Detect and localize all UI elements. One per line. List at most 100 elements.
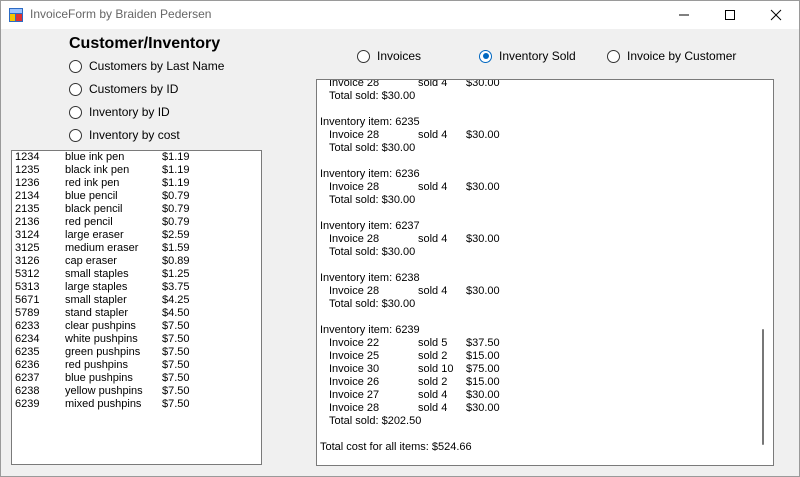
report-invoice-row: Invoice 26 sold 2 $15.00 [320, 376, 749, 389]
scrollbar-thumb[interactable] [762, 329, 764, 445]
radio-inventory-sold[interactable]: Inventory Sold [479, 48, 576, 64]
title-bar[interactable]: InvoiceForm by Braiden Pedersen [1, 1, 799, 29]
radio-label: Inventory by ID [89, 105, 170, 119]
item-id: 1236 [15, 177, 40, 189]
item-name: white pushpins [65, 333, 138, 345]
item-price: $4.50 [162, 307, 190, 319]
report-invoice-row: Invoice 28 sold 4 $30.00 [320, 285, 749, 298]
invoice-label: Invoice 28 [329, 402, 380, 414]
item-id: 2136 [15, 216, 40, 228]
list-item[interactable]: 1236 red ink pen $1.19 [12, 177, 261, 190]
report-item-header: Inventory item: 6237 [320, 220, 749, 233]
list-item[interactable]: 5671 small stapler $4.25 [12, 294, 261, 307]
minimize-button[interactable] [661, 1, 707, 29]
report-item-header: Inventory item: 6235 [320, 116, 749, 129]
item-name: clear pushpins [65, 320, 136, 332]
radio-circle [69, 82, 82, 96]
invoice-label: Invoice 28 [329, 79, 380, 89]
vertical-scrollbar[interactable] [751, 80, 773, 465]
list-item[interactable]: 2135 black pencil $0.79 [12, 203, 261, 216]
item-id: 1235 [15, 164, 40, 176]
item-name: medium eraser [65, 242, 139, 254]
list-item[interactable]: 6235 green pushpins $7.50 [12, 346, 261, 359]
list-item[interactable]: 6233 clear pushpins $7.50 [12, 320, 261, 333]
radio-inventory-by-id[interactable]: Inventory by ID [69, 104, 170, 120]
item-name: cap eraser [65, 255, 117, 267]
list-item[interactable]: 1235 black ink pen $1.19 [12, 164, 261, 177]
list-item[interactable]: 6239 mixed pushpins $7.50 [12, 398, 261, 411]
radio-invoice-by-customer[interactable]: Invoice by Customer [607, 48, 736, 64]
report-total-line: Total sold: $30.00 [320, 90, 749, 103]
report-invoice-row: Invoice 30 sold 10 $75.00 [320, 363, 749, 376]
item-id: 1234 [15, 151, 40, 163]
list-item[interactable]: 2136 red pencil $0.79 [12, 216, 261, 229]
radio-inventory-by-cost[interactable]: Inventory by cost [69, 127, 180, 143]
item-price: $1.19 [162, 177, 190, 189]
item-price: $7.50 [162, 398, 190, 410]
report-total-line: Total sold: $30.00 [320, 194, 749, 207]
report-text: Inventory item: 6239 [320, 324, 420, 336]
item-price: $0.79 [162, 216, 190, 228]
item-id: 6237 [15, 372, 40, 384]
item-price: $7.50 [162, 372, 190, 384]
item-name: large eraser [65, 229, 124, 241]
maximize-button[interactable] [707, 1, 753, 29]
report-invoice-row: Invoice 28 sold 4 $30.00 [320, 129, 749, 142]
invoice-label: Invoice 25 [329, 350, 380, 362]
radio-circle-selected [479, 49, 492, 63]
item-name: green pushpins [65, 346, 141, 358]
radio-invoices[interactable]: Invoices [357, 48, 421, 64]
list-item[interactable]: 5789 stand stapler $4.50 [12, 307, 261, 320]
item-id: 2135 [15, 203, 40, 215]
list-item[interactable]: 3126 cap eraser $0.89 [12, 255, 261, 268]
item-price: $1.25 [162, 268, 190, 280]
report-text: Inventory item: 6235 [320, 116, 420, 128]
item-name: black pencil [65, 203, 123, 215]
sold-count: sold 4 [418, 402, 448, 414]
radio-customers-by-last-name[interactable]: Customers by Last Name [69, 58, 224, 74]
radio-circle [607, 49, 620, 63]
radio-label: Invoices [377, 49, 422, 63]
close-button[interactable] [753, 1, 799, 29]
list-item[interactable]: 5313 large staples $3.75 [12, 281, 261, 294]
list-item[interactable]: 3124 large eraser $2.59 [12, 229, 261, 242]
item-name: blue pencil [65, 190, 118, 202]
radio-circle [357, 49, 370, 63]
item-price: $4.25 [162, 294, 190, 306]
report-text: Total sold: $202.50 [329, 415, 422, 427]
radio-customers-by-id[interactable]: Customers by ID [69, 81, 178, 97]
app-icon [9, 8, 23, 22]
report-item-header: Inventory item: 6239 [320, 324, 749, 337]
list-item[interactable]: 3125 medium eraser $1.59 [12, 242, 261, 255]
report-textbox[interactable]: Invoice 28 sold 4 $30.00 Total sold: $30.00… [316, 79, 774, 466]
sold-count: sold 5 [418, 337, 448, 349]
radio-label: Customers by ID [89, 82, 179, 96]
window-title: InvoiceForm by Braiden Pedersen [30, 7, 212, 21]
item-price: $7.50 [162, 333, 190, 345]
item-name: blue pushpins [65, 372, 133, 384]
list-item[interactable]: 2134 blue pencil $0.79 [12, 190, 261, 203]
item-price: $0.79 [162, 190, 190, 202]
item-price: $1.59 [162, 242, 190, 254]
inventory-listbox[interactable]: 1234 blue ink pen $1.19 1235 black ink pen $1… [11, 150, 262, 465]
item-id: 6234 [15, 333, 40, 345]
item-name: black ink pen [65, 164, 130, 176]
report-total-line: Total sold: $30.00 [320, 246, 749, 259]
report-blank-line [320, 311, 749, 324]
item-id: 3124 [15, 229, 40, 241]
list-item[interactable]: 6237 blue pushpins $7.50 [12, 372, 261, 385]
sold-amount: $37.50 [466, 337, 500, 349]
list-item[interactable]: 5312 small staples $1.25 [12, 268, 261, 281]
list-item[interactable]: 1234 blue ink pen $1.19 [12, 151, 261, 164]
sold-amount: $30.00 [466, 233, 500, 245]
report-text: Total sold: $30.00 [329, 90, 416, 102]
sold-amount: $15.00 [466, 376, 500, 388]
sold-count: sold 4 [418, 181, 448, 193]
list-item[interactable]: 6236 red pushpins $7.50 [12, 359, 261, 372]
report-total-line: Total sold: $202.50 [320, 415, 749, 428]
sold-amount: $30.00 [466, 129, 500, 141]
item-name: small staples [65, 268, 129, 280]
list-item[interactable]: 6238 yellow pushpins $7.50 [12, 385, 261, 398]
list-item[interactable]: 6234 white pushpins $7.50 [12, 333, 261, 346]
item-price: $2.59 [162, 229, 190, 241]
